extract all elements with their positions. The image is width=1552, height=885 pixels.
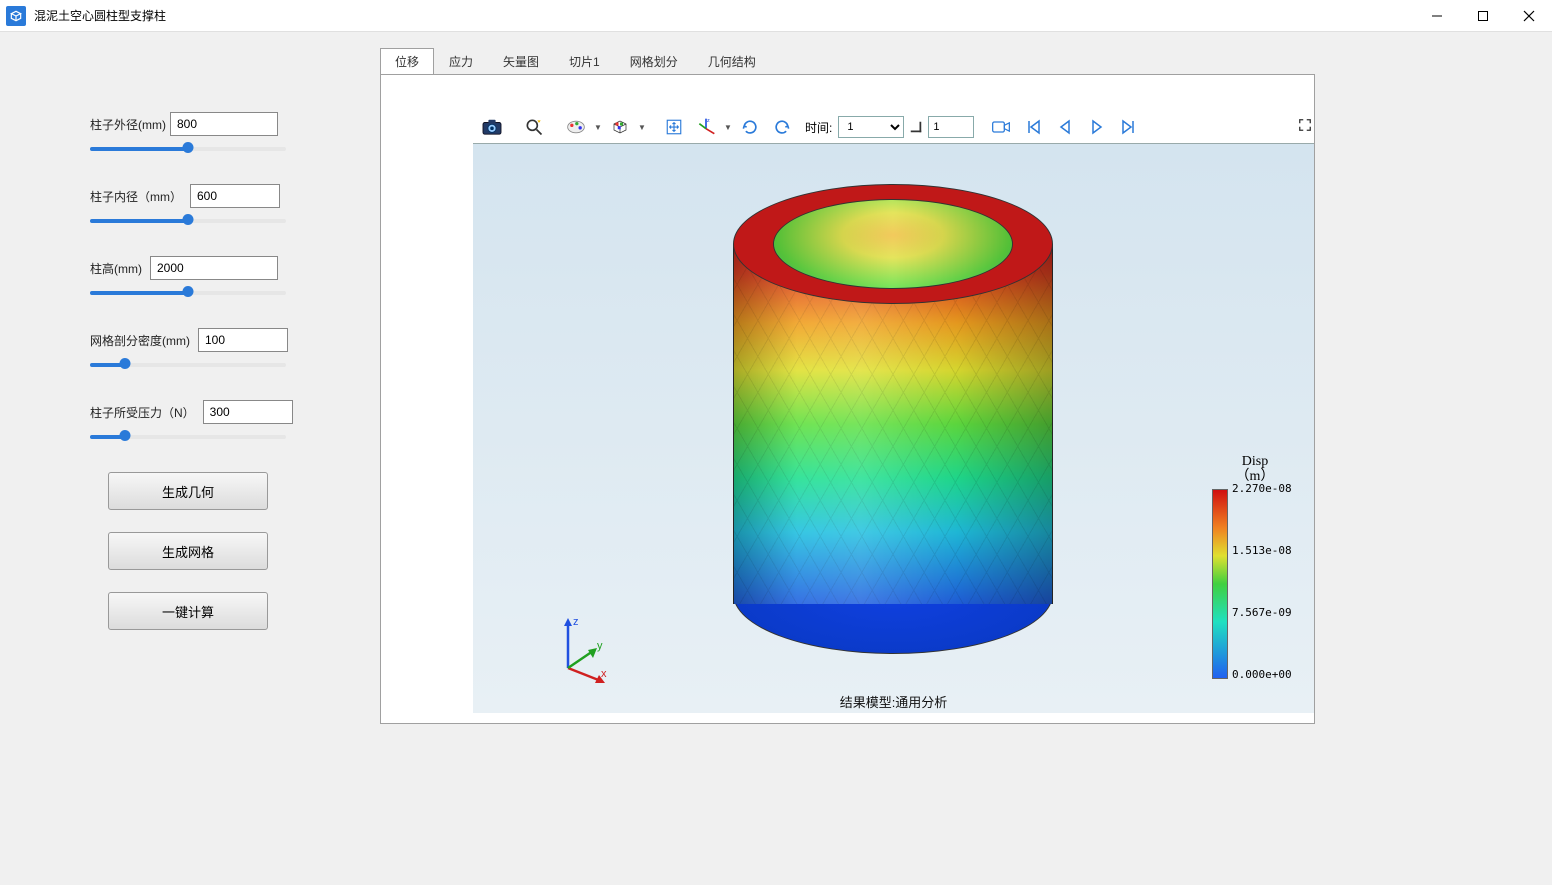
tab-stress[interactable]: 应力 (434, 48, 488, 74)
generate-geometry-button[interactable]: 生成几何 (108, 472, 268, 510)
close-button[interactable] (1506, 0, 1552, 32)
fullscreen-icon[interactable] (1296, 109, 1314, 141)
time-select[interactable]: 1 (838, 116, 904, 138)
result-caption: 结果模型:通用分析 (473, 692, 1314, 711)
viewer: ▼ ▼ z ▼ 时间: 1 (380, 74, 1315, 724)
color-legend: Disp（m） 2.270e-08 1.513e-08 7.567e-09 0.… (1210, 454, 1300, 679)
minimize-button[interactable] (1414, 0, 1460, 32)
tab-vector[interactable]: 矢量图 (488, 48, 554, 74)
pressure-slider[interactable] (90, 430, 286, 444)
param-mesh-density: 网格剖分密度(mm) (90, 328, 286, 372)
skip-start-icon[interactable] (1018, 112, 1048, 142)
inner-diameter-slider[interactable] (90, 214, 286, 228)
tab-geometry[interactable]: 几何结构 (693, 48, 771, 74)
svg-text:y: y (597, 640, 603, 652)
result-cylinder (733, 184, 1053, 654)
palette-icon[interactable] (561, 112, 591, 142)
svg-text:x: x (601, 668, 607, 680)
play-back-icon[interactable] (1050, 112, 1080, 142)
param-label: 柱子所受压力（N） (90, 404, 199, 421)
move-icon[interactable] (659, 112, 689, 142)
viewport-3d[interactable]: z y x 结果模型:通用分析 Disp（m） 2.270e-08 1.513e… (473, 143, 1314, 713)
svg-text:z: z (707, 118, 710, 124)
tabs: 位移 应力 矢量图 切片1 网格划分 几何结构 (380, 48, 1552, 74)
param-outer-diameter: 柱子外径(mm) (90, 112, 286, 156)
cube-icon[interactable] (605, 112, 635, 142)
play-icon[interactable] (1082, 112, 1112, 142)
param-label: 柱子外径(mm) (90, 116, 170, 133)
cube-dropdown[interactable]: ▼ (637, 123, 647, 132)
param-pressure: 柱子所受压力（N） (90, 400, 286, 444)
height-slider[interactable] (90, 286, 286, 300)
legend-tick: 2.270e-08 (1232, 483, 1292, 494)
window-title: 混泥土空心圆柱型支撑柱 (34, 7, 1414, 24)
legend-tick: 0.000e+00 (1232, 669, 1292, 680)
titlebar: 混泥土空心圆柱型支撑柱 (0, 0, 1552, 32)
param-height: 柱高(mm) (90, 256, 286, 300)
camera-icon[interactable] (477, 112, 507, 142)
frame-spin[interactable] (928, 116, 974, 138)
rotate-ccw-icon[interactable] (735, 112, 765, 142)
outer-diameter-input[interactable] (170, 112, 278, 136)
height-input[interactable] (150, 256, 278, 280)
sidebar: 柱子外径(mm) 柱子内径（mm） 柱高(mm) (0, 32, 376, 885)
pressure-input[interactable] (203, 400, 293, 424)
zoom-icon[interactable] (519, 112, 549, 142)
mesh-density-input[interactable] (198, 328, 288, 352)
tab-slice1[interactable]: 切片1 (554, 48, 615, 74)
tab-displacement[interactable]: 位移 (380, 48, 434, 75)
skip-end-icon[interactable] (1114, 112, 1144, 142)
mesh-density-slider[interactable] (90, 358, 286, 372)
svg-text:z: z (573, 616, 579, 628)
rotate-cw-icon[interactable] (767, 112, 797, 142)
compute-button[interactable]: 一键计算 (108, 592, 268, 630)
main-panel: 位移 应力 矢量图 切片1 网格划分 几何结构 ▼ ▼ z ▼ (376, 32, 1552, 885)
record-icon[interactable] (986, 112, 1016, 142)
legend-tick: 7.567e-09 (1232, 607, 1292, 618)
param-label: 网格剖分密度(mm) (90, 332, 194, 349)
param-label: 柱高(mm) (90, 260, 146, 277)
maximize-button[interactable] (1460, 0, 1506, 32)
app-icon (6, 6, 26, 26)
param-inner-diameter: 柱子内径（mm） (90, 184, 286, 228)
inner-diameter-input[interactable] (190, 184, 280, 208)
axes-dropdown[interactable]: ▼ (723, 123, 733, 132)
palette-dropdown[interactable]: ▼ (593, 123, 603, 132)
generate-mesh-button[interactable]: 生成网格 (108, 532, 268, 570)
outer-diameter-slider[interactable] (90, 142, 286, 156)
step-end-icon[interactable] (906, 112, 926, 142)
viewer-toolbar: ▼ ▼ z ▼ 时间: 1 (473, 111, 1314, 143)
time-label: 时间: (805, 119, 832, 136)
axes-icon[interactable]: z (691, 112, 721, 142)
param-label: 柱子内径（mm） (90, 188, 186, 205)
tab-mesh[interactable]: 网格划分 (615, 48, 693, 74)
legend-tick: 1.513e-08 (1232, 545, 1292, 556)
axis-triad: z y x (553, 613, 613, 673)
